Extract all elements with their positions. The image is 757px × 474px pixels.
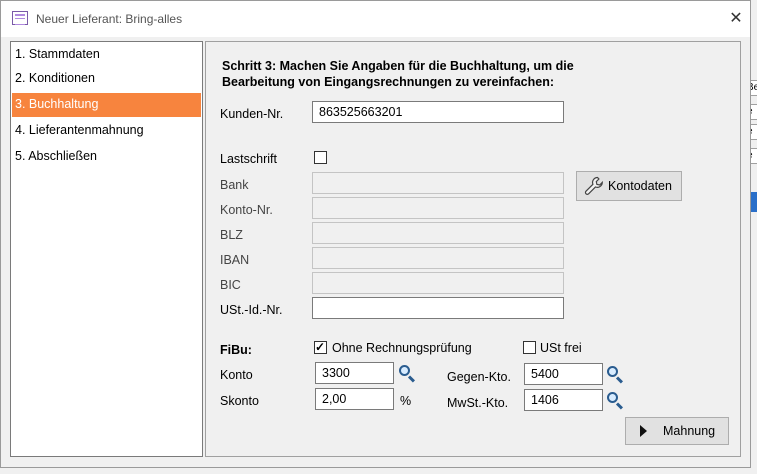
wrench-icon bbox=[584, 176, 603, 195]
bank-label: Bank bbox=[220, 178, 249, 192]
kontodaten-label: Kontodaten bbox=[608, 179, 672, 193]
konto-nr-input[interactable] bbox=[312, 197, 564, 219]
dialog-window: Neuer Lieferant: Bring-alles ✕ 1. Stammd… bbox=[0, 0, 751, 468]
bic-input[interactable] bbox=[312, 272, 564, 294]
title-bar: Neuer Lieferant: Bring-alles ✕ bbox=[1, 1, 750, 37]
iban-input[interactable] bbox=[312, 247, 564, 269]
window-title: Neuer Lieferant: Bring-alles bbox=[36, 12, 183, 26]
ohne-rechnungspruefung-checkbox[interactable] bbox=[314, 339, 327, 355]
mahnung-button[interactable]: Mahnung bbox=[625, 417, 729, 445]
blz-input[interactable] bbox=[312, 222, 564, 244]
app-form-icon bbox=[12, 11, 28, 25]
iban-label: IBAN bbox=[220, 253, 250, 267]
nav-item-konditionen[interactable]: 2. Konditionen bbox=[12, 67, 201, 91]
konto-nr-label: Konto-Nr. bbox=[220, 203, 273, 217]
ust-frei-label: USt frei bbox=[540, 341, 582, 355]
lastschrift-label: Lastschrift bbox=[220, 152, 277, 166]
step-heading: Schritt 3: Machen Sie Angaben für die Bu… bbox=[222, 59, 574, 89]
fibu-label: FiBu: bbox=[220, 343, 252, 357]
bank-input[interactable] bbox=[312, 172, 564, 194]
kunden-nr-label: Kunden-Nr. bbox=[220, 107, 284, 121]
bic-label: BIC bbox=[220, 278, 241, 292]
mwst-kto-search-icon[interactable] bbox=[605, 390, 625, 410]
kunden-nr-input[interactable]: 863525663201 bbox=[312, 101, 564, 123]
buchhaltung-panel: Schritt 3: Machen Sie Angaben für die Bu… bbox=[205, 41, 741, 457]
step-navigation: 1. Stammdaten 2. Konditionen 3. Buchhalt… bbox=[10, 41, 203, 457]
nav-item-lieferantenmahnung[interactable]: 4. Lieferantenmahnung bbox=[12, 119, 201, 143]
blz-label: BLZ bbox=[220, 228, 243, 242]
nav-item-abschliessen[interactable]: 5. Abschließen bbox=[12, 145, 201, 169]
play-arrow-icon bbox=[640, 425, 647, 437]
skonto-input[interactable]: 2,00 bbox=[315, 388, 394, 410]
gegen-kto-input[interactable]: 5400 bbox=[524, 363, 603, 385]
close-button[interactable]: ✕ bbox=[725, 10, 747, 28]
konto-label: Konto bbox=[220, 368, 253, 382]
kontodaten-button[interactable]: Kontodaten bbox=[576, 171, 682, 201]
skonto-unit: % bbox=[400, 394, 412, 408]
konto-input[interactable]: 3300 bbox=[315, 362, 394, 384]
skonto-label: Skonto bbox=[220, 394, 259, 408]
ust-frei-checkbox[interactable] bbox=[523, 341, 536, 354]
ohne-rechnungspruefung-label: Ohne Rechnungsprüfung bbox=[332, 341, 472, 355]
ust-id-input[interactable] bbox=[312, 297, 564, 319]
nav-item-stammdaten[interactable]: 1. Stammdaten bbox=[12, 43, 201, 67]
mwst-kto-input[interactable]: 1406 bbox=[524, 389, 603, 411]
mwst-kto-label: MwSt.-Kto. bbox=[447, 396, 509, 410]
gegen-kto-search-icon[interactable] bbox=[605, 364, 625, 384]
lastschrift-checkbox[interactable] bbox=[314, 151, 327, 164]
mahnung-label: Mahnung bbox=[663, 424, 716, 438]
ust-id-label: USt.-Id.-Nr. bbox=[220, 303, 283, 317]
konto-search-icon[interactable] bbox=[397, 363, 417, 383]
nav-item-buchhaltung[interactable]: 3. Buchhaltung bbox=[12, 93, 201, 117]
gegen-kto-label: Gegen-Kto. bbox=[447, 370, 511, 384]
